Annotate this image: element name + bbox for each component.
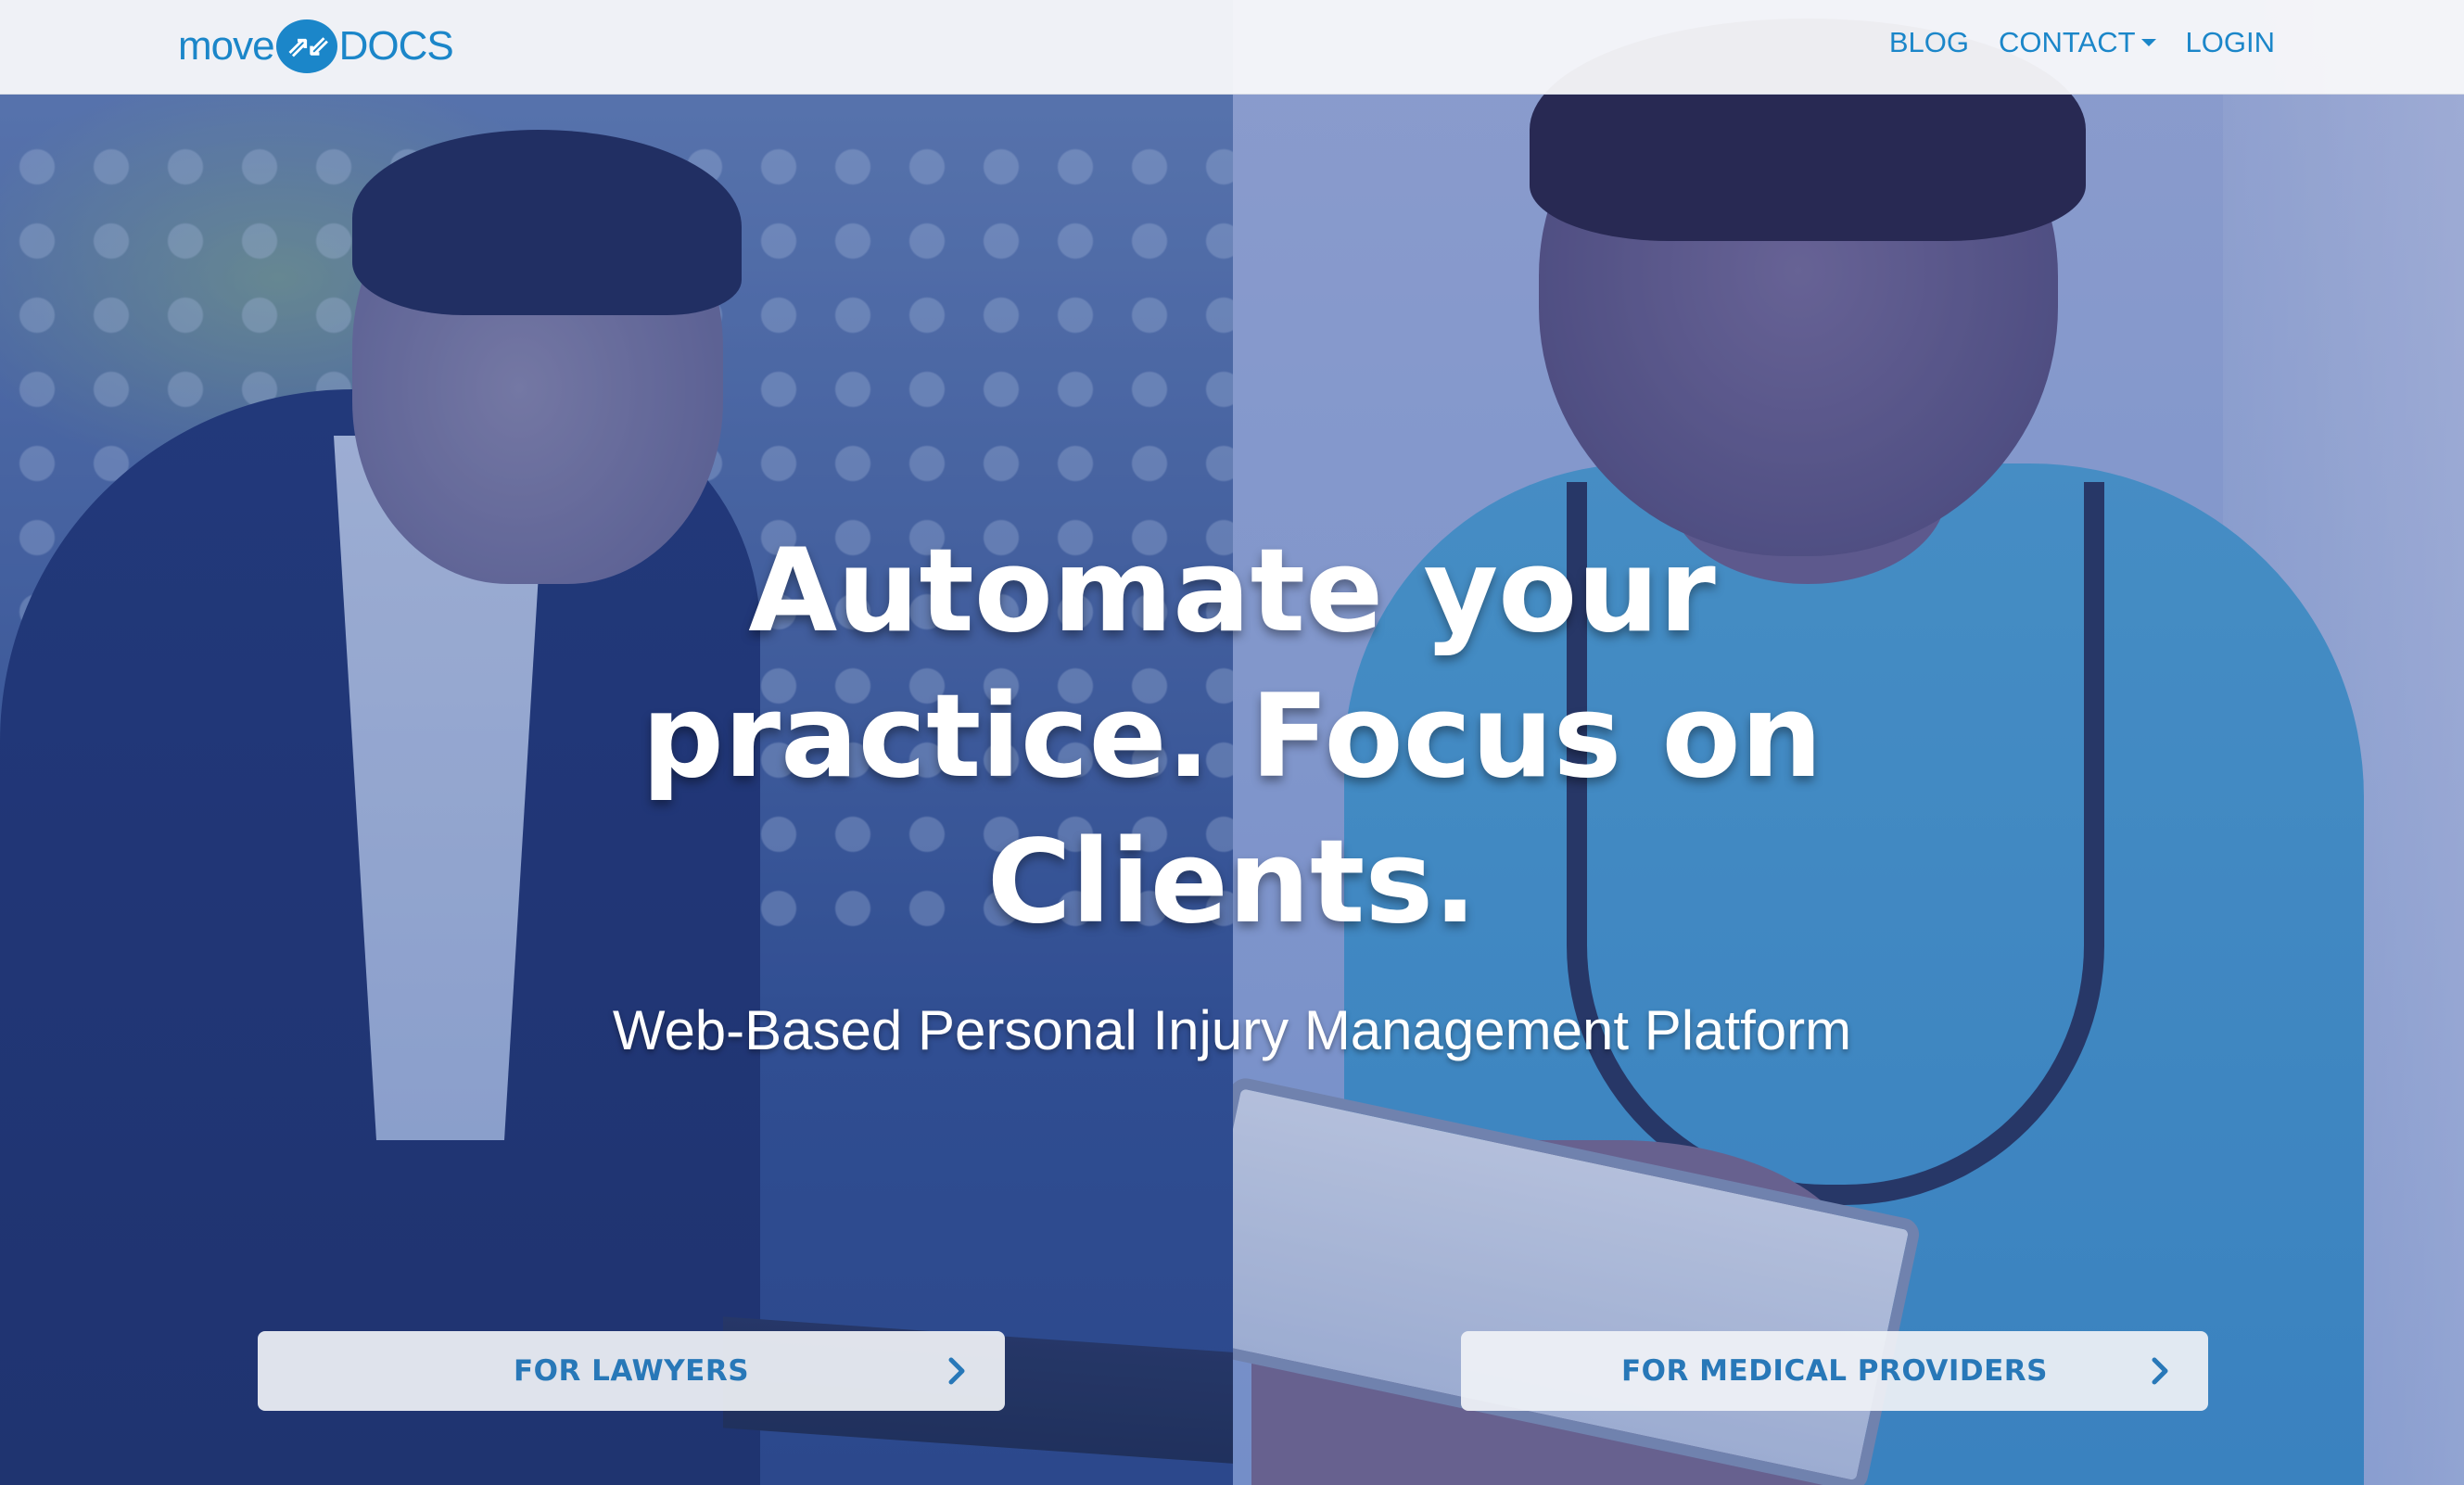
nav-blog-link[interactable]: BLOG: [1889, 26, 1969, 59]
movedocs-logo[interactable]: move ⇗⇙ DOCS: [178, 17, 454, 76]
logo-text-move: move: [178, 23, 275, 69]
for-lawyers-label: FOR LAWYERS: [513, 1354, 750, 1388]
caret-down-icon: [2140, 39, 2156, 46]
nav-login-link[interactable]: LOGIN: [2186, 26, 2275, 59]
nav-links: BLOG CONTACT LOGIN: [1889, 26, 2275, 59]
for-lawyers-button[interactable]: FOR LAWYERS: [258, 1331, 1005, 1411]
for-medical-providers-button[interactable]: FOR MEDICAL PROVIDERS: [1461, 1331, 2208, 1411]
for-medical-providers-label: FOR MEDICAL PROVIDERS: [1620, 1354, 2048, 1388]
top-navbar: move ⇗⇙ DOCS BLOG CONTACT LOGIN: [0, 0, 2464, 95]
hero-section: Automate your practice. Focus on Clients…: [0, 519, 2464, 1062]
nav-contact-label: CONTACT: [1999, 26, 2136, 58]
logo-arrows-icon: ⇗⇙: [275, 19, 337, 73]
chevron-right-icon: [948, 1357, 965, 1385]
hero-title: Automate your practice. Focus on Clients…: [641, 525, 1823, 949]
chevron-right-icon: [2152, 1357, 2168, 1385]
logo-text-docs: DOCS: [338, 23, 454, 69]
hero-subtitle: Web-Based Personal Injury Management Pla…: [612, 999, 1852, 1061]
nav-contact-dropdown[interactable]: CONTACT: [1999, 26, 2156, 59]
